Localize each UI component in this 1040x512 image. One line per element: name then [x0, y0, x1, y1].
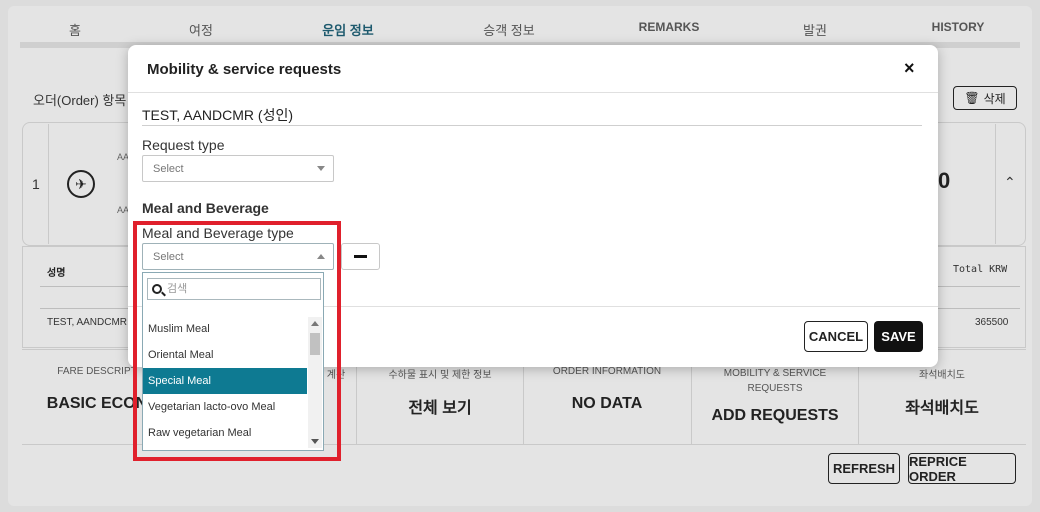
remove-request-button[interactable] [341, 243, 380, 270]
dropdown-scrollbar[interactable] [308, 317, 322, 448]
request-type-select[interactable]: Select [142, 155, 334, 182]
cancel-button[interactable]: CANCEL [804, 321, 868, 352]
meal-type-value: Select [153, 250, 184, 263]
chevron-down-icon [317, 166, 325, 171]
save-button[interactable]: SAVE [874, 321, 923, 352]
meal-type-dropdown: Muslim Meal Oriental Meal Special Meal V… [142, 272, 324, 451]
modal-title: Mobility & service requests [147, 61, 342, 78]
chevron-up-icon [317, 254, 325, 259]
request-type-value: Select [153, 162, 184, 175]
passenger-name: TEST, AANDCMR (성인) [142, 107, 293, 123]
option-special-meal[interactable]: Special Meal [143, 368, 307, 394]
modal-header: Mobility & service requests × [128, 45, 938, 93]
option-oriental-meal[interactable]: Oriental Meal [143, 342, 307, 368]
scroll-down-icon[interactable] [311, 439, 319, 444]
close-icon[interactable]: × [904, 58, 915, 79]
minus-icon [354, 255, 367, 258]
meal-beverage-section-title: Meal and Beverage [142, 200, 269, 216]
option-muslim-meal[interactable]: Muslim Meal [143, 316, 307, 342]
option-list: Muslim Meal Oriental Meal Special Meal V… [143, 316, 307, 448]
meal-type-label: Meal and Beverage type [142, 225, 294, 241]
option-raw-vegetarian-meal[interactable]: Raw vegetarian Meal [143, 420, 307, 446]
request-type-label: Request type [142, 137, 225, 153]
search-icon [152, 284, 162, 294]
dropdown-search[interactable] [147, 278, 321, 300]
scroll-up-icon[interactable] [311, 321, 319, 326]
search-input[interactable] [167, 283, 307, 295]
meal-type-select[interactable]: Select [142, 243, 334, 270]
scrollbar-thumb[interactable] [310, 333, 320, 355]
option-vegetarian-lacto-ovo-meal[interactable]: Vegetarian lacto-ovo Meal [143, 394, 307, 420]
divider [142, 125, 922, 126]
